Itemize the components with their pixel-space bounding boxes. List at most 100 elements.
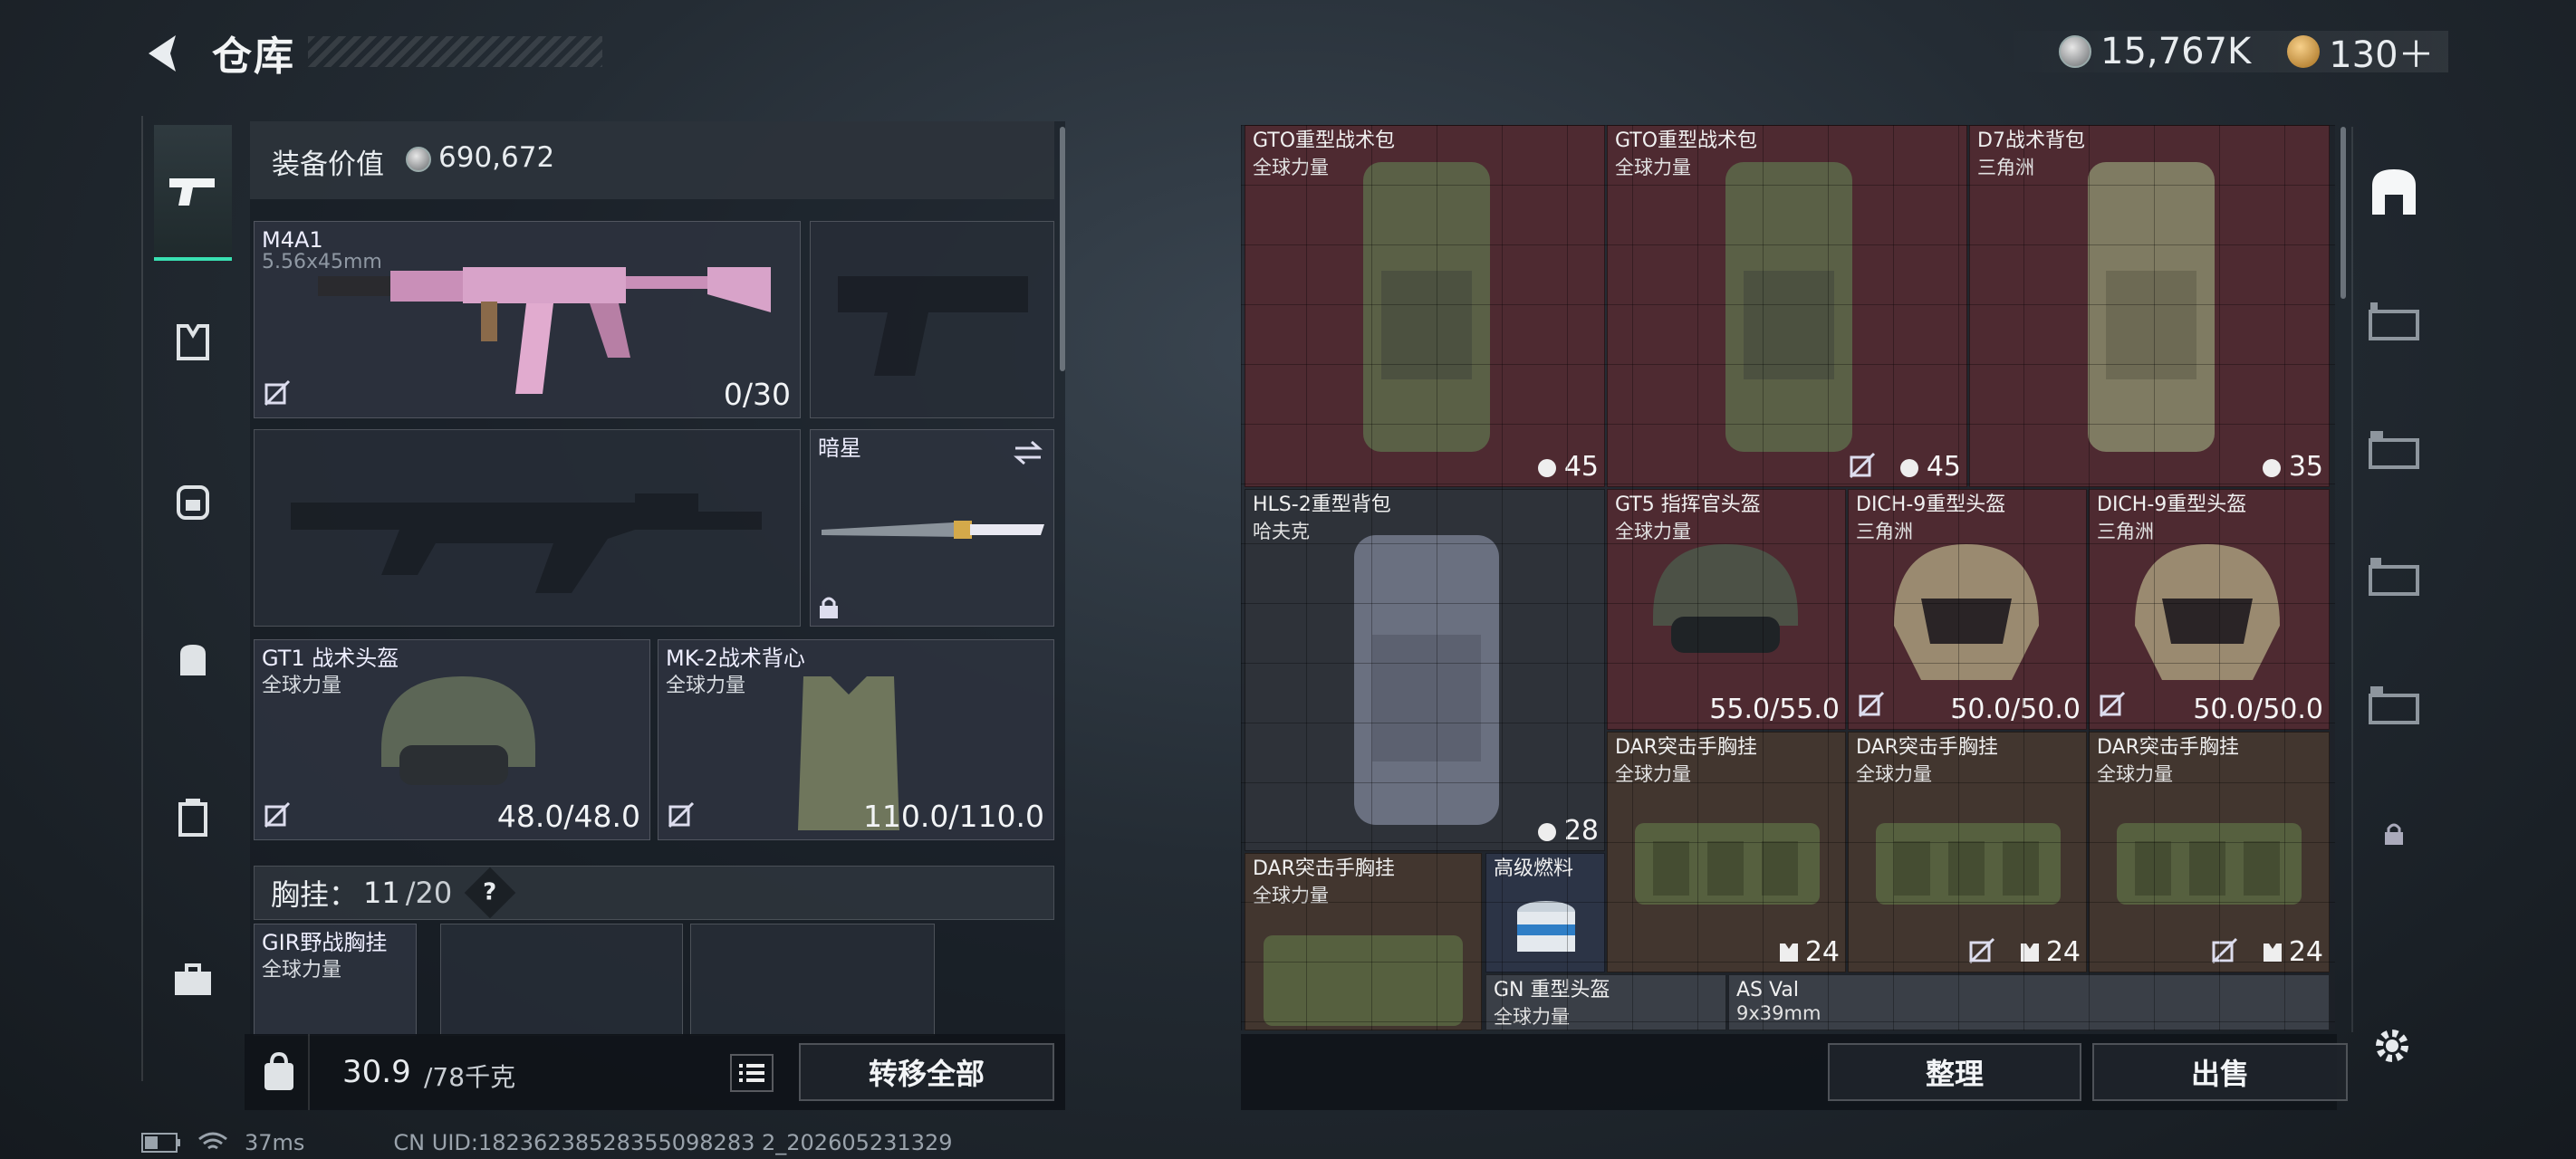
capacity-icon — [1537, 458, 1556, 477]
grid-item[interactable]: DAR突击手胸挂 全球力量 24 — [2089, 732, 2330, 972]
item-name: 高级燃料 — [1494, 857, 1574, 880]
tab-stash-page-4[interactable] — [2362, 418, 2426, 482]
item-faction: 全球力量 — [1253, 157, 1329, 178]
tab-case[interactable] — [154, 913, 232, 1049]
grid-item[interactable]: DAR突击手胸挂 全球力量 24 — [1848, 732, 2087, 972]
sell-button[interactable]: 出售 — [2092, 1043, 2348, 1101]
gear-icon[interactable] — [2368, 1021, 2417, 1070]
grid-item[interactable]: DAR突击手胸挂 全球力量 — [1245, 853, 1482, 1030]
grid-item[interactable]: HLS-2重型背包 哈夫克 28 — [1245, 489, 1605, 851]
item-count: 35 — [2288, 451, 2323, 483]
slot-secondary-weapon-empty[interactable] — [254, 429, 801, 627]
item-count: 24 — [2288, 936, 2323, 968]
grid-item[interactable]: GTO重型战术包 全球力量 45 — [1607, 125, 1967, 487]
grid-item[interactable]: GTO重型战术包 全球力量 45 — [1245, 125, 1605, 487]
grid-item[interactable]: DICH-9重型头盔 三角洲 50.0/50.0 — [2089, 489, 2330, 730]
slot-pistol-empty[interactable] — [810, 221, 1054, 418]
backpack-image — [1354, 535, 1499, 825]
grid-item[interactable]: 高级燃料 — [1485, 853, 1605, 972]
chestrig-item-name: GIR野战胸挂 — [262, 930, 388, 955]
no-transfer-icon — [668, 801, 695, 829]
stash-page-icon — [2369, 431, 2419, 469]
uid-text: CN UID:18236238528355098283 2_2026052313… — [393, 1130, 953, 1155]
grid-item[interactable]: D7战术背包 三角洲 35 — [1969, 125, 2330, 487]
stash-page-tabs — [2351, 127, 2433, 1032]
tab-container[interactable] — [154, 750, 232, 886]
pistol-icon — [169, 178, 215, 206]
sort-button[interactable]: 整理 — [1828, 1043, 2081, 1101]
grid-item[interactable]: GT5 指挥官头盔 全球力量 55.0/55.0 — [1607, 489, 1846, 730]
divider — [308, 1034, 310, 1110]
grid-item[interactable]: DICH-9重型头盔 三角洲 50.0/50.0 — [1848, 489, 2087, 730]
tab-stash-locked[interactable] — [2362, 802, 2426, 866]
item-count: 45 — [1563, 451, 1599, 483]
wifi-icon — [198, 1132, 227, 1150]
chestrig-item[interactable]: GIR野战胸挂 全球力量 — [254, 924, 417, 1036]
grid-item[interactable]: DAR突击手胸挂 全球力量 24 — [1607, 732, 1846, 972]
stash-scrollbar[interactable] — [2341, 127, 2346, 299]
equipment-value: 690,672 — [438, 141, 555, 174]
battery-icon — [141, 1133, 180, 1153]
fuel-can-image — [1517, 901, 1575, 952]
swap-icon[interactable] — [1012, 439, 1044, 466]
pistol-silhouette-icon — [838, 276, 1028, 376]
tab-stash-all[interactable] — [2362, 159, 2426, 223]
loadout-scrollbar[interactable] — [1060, 127, 1065, 371]
help-icon[interactable]: ? — [464, 867, 516, 919]
item-faction: 哈夫克 — [1253, 521, 1310, 542]
slot-armor[interactable]: MK-2战术背心 全球力量 110.0/110.0 — [658, 639, 1054, 840]
item-faction: 全球力量 — [1253, 885, 1329, 906]
ammo-count: 0/30 — [723, 377, 791, 412]
slot-helmet[interactable]: GT1 战术头盔 全球力量 48.0/48.0 — [254, 639, 650, 840]
item-name: DICH-9重型头盔 — [1856, 493, 2006, 516]
armor-faction: 全球力量 — [666, 675, 746, 697]
item-name: HLS-2重型背包 — [1253, 493, 1391, 516]
stash-page-icon — [2369, 686, 2419, 724]
vest-icon — [177, 324, 209, 360]
weight-icon — [264, 1051, 293, 1090]
capacity-icon — [1537, 822, 1556, 841]
tab-pouch[interactable] — [154, 591, 232, 727]
token-icon — [2287, 35, 2321, 68]
grid-item[interactable]: GN 重型头盔 全球力量 — [1485, 974, 1726, 1030]
slot-primary-weapon[interactable]: M4A1 5.56x45mm 0/30 — [254, 221, 801, 418]
container-icon — [178, 799, 207, 837]
chestrig-slot-empty[interactable] — [690, 924, 935, 1036]
coin-icon — [2059, 35, 2091, 68]
helmet-faction: 全球力量 — [262, 675, 342, 697]
chestrig-image — [2117, 823, 2302, 905]
tab-weapons[interactable] — [154, 125, 232, 261]
transfer-all-button[interactable]: 转移全部 — [799, 1043, 1054, 1101]
item-faction: 全球力量 — [2097, 763, 2173, 785]
item-count: 50.0/50.0 — [2193, 694, 2323, 725]
list-view-icon[interactable] — [730, 1054, 774, 1092]
m4a1-rifle-image — [318, 267, 771, 394]
helmet-image — [2135, 544, 2280, 680]
grid-item[interactable]: AS Val 9x39mm — [1728, 974, 2330, 1030]
tab-stash-page-4b[interactable] — [2362, 674, 2426, 737]
chestrig-image — [1264, 935, 1463, 1026]
slot-melee[interactable]: 暗星 — [810, 429, 1054, 627]
knife-image — [822, 521, 1044, 539]
tab-backpack[interactable] — [154, 433, 232, 569]
helmet-image — [381, 676, 535, 785]
tab-stash-page-1[interactable] — [2362, 290, 2426, 353]
backpack-image — [1725, 162, 1852, 452]
chestrig-capacity-bar: 胸挂： 11 /20 ? — [254, 866, 1054, 920]
back-arrow-icon[interactable] — [136, 25, 190, 81]
no-transfer-icon — [2211, 937, 2238, 964]
item-faction: 三角洲 — [1977, 157, 2034, 178]
helmet-durability: 48.0/48.0 — [496, 799, 640, 834]
tab-chestrig[interactable] — [154, 274, 232, 410]
title-decoration — [308, 36, 602, 67]
chestrig-slot-empty[interactable] — [440, 924, 683, 1036]
token-amount[interactable]: 130＋ — [2329, 25, 2434, 78]
briefcase-icon — [175, 963, 211, 995]
tab-stash-page-3[interactable] — [2362, 545, 2426, 608]
melee-name: 暗星 — [818, 436, 861, 461]
item-faction: 全球力量 — [1615, 157, 1691, 178]
no-transfer-icon — [1968, 937, 1995, 964]
item-name: DICH-9重型头盔 — [2097, 493, 2247, 516]
currency-bar: 15,767K 130＋ — [2000, 31, 2448, 76]
item-name: DAR突击手胸挂 — [1253, 857, 1395, 880]
